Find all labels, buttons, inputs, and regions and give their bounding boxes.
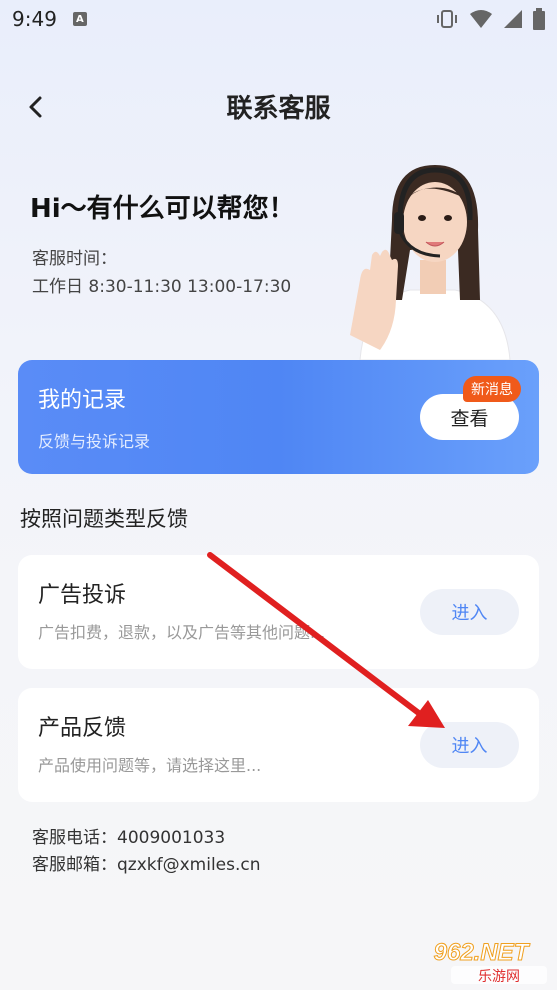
product-feedback-enter-button[interactable]: 进入 xyxy=(420,722,519,768)
notification-a-icon: A xyxy=(72,12,87,26)
customer-service-agent-illustration xyxy=(350,165,511,360)
status-time: 9:49 xyxy=(12,7,57,31)
ad-complaint-card[interactable]: 广告投诉 广告扣费，退款，以及广告等其他问题... 进入 xyxy=(18,555,539,669)
my-records-title: 我的记录 xyxy=(38,388,127,413)
product-feedback-card[interactable]: 产品反馈 产品使用问题等，请选择这里... 进入 xyxy=(18,688,539,802)
section-title: 按照问题类型反馈 xyxy=(20,507,188,531)
ad-complaint-subtitle: 广告扣费，退款，以及广告等其他问题... xyxy=(38,623,326,642)
service-phone: 客服电话：4009001033 xyxy=(32,828,226,848)
status-bar: 9:49 A xyxy=(0,0,557,38)
battery-icon xyxy=(533,8,545,30)
service-hours-label: 客服时间： xyxy=(32,249,117,269)
new-message-badge: 新消息 xyxy=(463,376,521,402)
product-feedback-title: 产品反馈 xyxy=(38,716,127,741)
svg-text:乐游网: 乐游网 xyxy=(478,969,520,985)
wifi-icon xyxy=(470,10,492,28)
service-hours-value: 工作日 8:30-11:30 13:00-17:30 xyxy=(32,277,292,297)
screen: 9:49 A 联系客服 Hi～有什么可以帮您！ 客服时间： 工作日 8:30-1… xyxy=(0,0,557,990)
header: 联系客服 xyxy=(0,78,557,134)
hero-greeting: Hi～有什么可以帮您！ xyxy=(30,194,295,224)
ad-complaint-title: 广告投诉 xyxy=(38,583,127,608)
watermark-logo: 962.NET 乐游网 xyxy=(433,939,547,985)
service-email: 客服邮箱：qzxkf@xmiles.cn xyxy=(32,855,261,875)
product-feedback-subtitle: 产品使用问题等，请选择这里... xyxy=(38,756,262,775)
signal-icon xyxy=(504,10,522,28)
ad-complaint-enter-button[interactable]: 进入 xyxy=(420,589,519,635)
my-records-subtitle: 反馈与投诉记录 xyxy=(38,432,151,451)
my-records-card[interactable]: 我的记录 反馈与投诉记录 查看 新消息 xyxy=(18,360,539,474)
vibrate-icon xyxy=(437,10,457,28)
page-title: 联系客服 xyxy=(226,94,331,124)
svg-text:962.NET: 962.NET xyxy=(434,939,531,966)
